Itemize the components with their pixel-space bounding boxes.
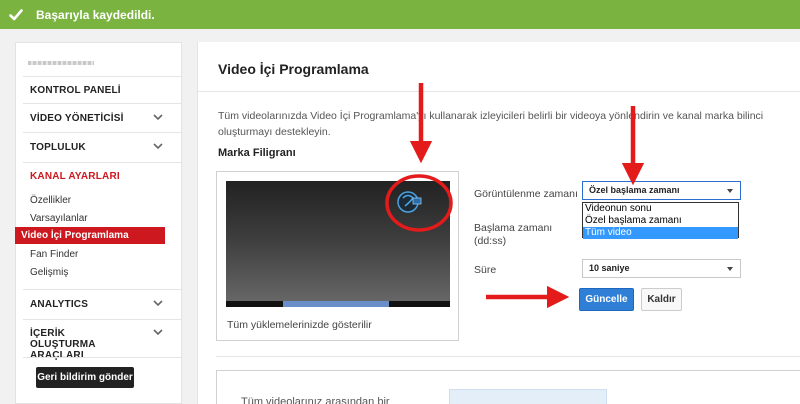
video-preview	[226, 181, 450, 307]
dropdown-option-end-of-video[interactable]: Videonun sonu	[583, 203, 738, 215]
caret-down-icon	[727, 189, 733, 193]
sidebar-item-video-manager[interactable]: VİDEO YÖNETİCİSİ	[30, 113, 124, 124]
section-divider	[216, 356, 800, 357]
dropdown-option-entire-video[interactable]: Tüm video	[583, 227, 738, 239]
sidebar-divider	[23, 319, 181, 320]
duration-select[interactable]: 10 saniye	[582, 259, 741, 278]
sidebar-subitem-fan-finder[interactable]: Fan Finder	[30, 249, 78, 260]
sidebar: KONTROL PANELİ VİDEO YÖNETİCİSİ TOPLULUK…	[15, 42, 182, 404]
sidebar-divider	[23, 162, 181, 163]
sidebar-subitem-in-video-programming[interactable]: Video İçi Programlama	[15, 227, 165, 244]
featured-video-card: Tüm videolarınız arasından bir	[216, 370, 800, 404]
channel-name-blurred	[28, 61, 94, 65]
start-time-label: Başlama zamanı (dd:ss)	[474, 222, 553, 247]
remove-button[interactable]: Kaldır	[641, 288, 682, 311]
sidebar-subitem-features[interactable]: Özellikler	[30, 195, 71, 206]
chevron-down-icon[interactable]	[153, 300, 163, 307]
sidebar-subitem-defaults[interactable]: Varsayılanlar	[30, 213, 88, 224]
video-progress-track	[226, 301, 450, 307]
display-time-dropdown: Videonun sonu Özel başlama zamanı Tüm vi…	[582, 202, 739, 239]
main-panel: Video İçi Programlama Tüm videolarınızda…	[197, 42, 800, 404]
checkmark-icon	[9, 8, 23, 20]
duration-label: Süre	[474, 264, 497, 276]
featured-video-thumbnail	[449, 389, 607, 404]
caret-down-icon	[727, 267, 733, 271]
featured-video-text: Tüm videolarınız arasından bir	[241, 396, 390, 404]
sidebar-divider	[23, 289, 181, 290]
page-description: Tüm videolarınızda Video İçi Programlama…	[218, 110, 764, 138]
video-progress-bar	[283, 301, 389, 307]
display-time-select[interactable]: Özel başlama zamanı	[582, 181, 741, 200]
success-banner: Başarıyla kaydedildi.	[0, 0, 800, 29]
dropdown-option-custom-start[interactable]: Özel başlama zamanı	[583, 215, 738, 227]
page-title: Video İçi Programlama	[218, 61, 369, 77]
watermark-preview-card: Tüm yüklemelerinizde gösterilir	[216, 171, 459, 341]
chevron-down-icon[interactable]	[153, 329, 163, 336]
section-title-watermark: Marka Filigranı	[218, 147, 296, 159]
sidebar-divider	[23, 132, 181, 133]
sidebar-item-community[interactable]: TOPLULUK	[30, 142, 86, 153]
update-button[interactable]: Güncelle	[579, 288, 634, 311]
watermark-logo-icon	[397, 191, 422, 213]
sidebar-divider	[23, 357, 181, 358]
chevron-down-icon[interactable]	[153, 114, 163, 121]
sidebar-subitem-advanced[interactable]: Gelişmiş	[30, 267, 68, 278]
display-time-selected-value: Özel başlama zamanı	[589, 185, 680, 195]
sidebar-item-channel-settings[interactable]: KANAL AYARLARI	[30, 171, 120, 182]
sidebar-divider	[23, 76, 181, 77]
display-time-label: Görüntülenme zamanı	[474, 188, 578, 200]
duration-selected-value: 10 saniye	[589, 263, 630, 273]
send-feedback-button[interactable]: Geri bildirim gönder	[36, 367, 134, 388]
sidebar-item-dashboard[interactable]: KONTROL PANELİ	[30, 85, 121, 96]
title-divider	[198, 91, 800, 92]
sidebar-item-analytics[interactable]: ANALYTICS	[30, 299, 88, 310]
chevron-down-icon[interactable]	[153, 143, 163, 150]
preview-caption: Tüm yüklemelerinizde gösterilir	[227, 319, 372, 331]
success-message: Başarıyla kaydedildi.	[36, 7, 155, 22]
sidebar-divider	[23, 103, 181, 104]
